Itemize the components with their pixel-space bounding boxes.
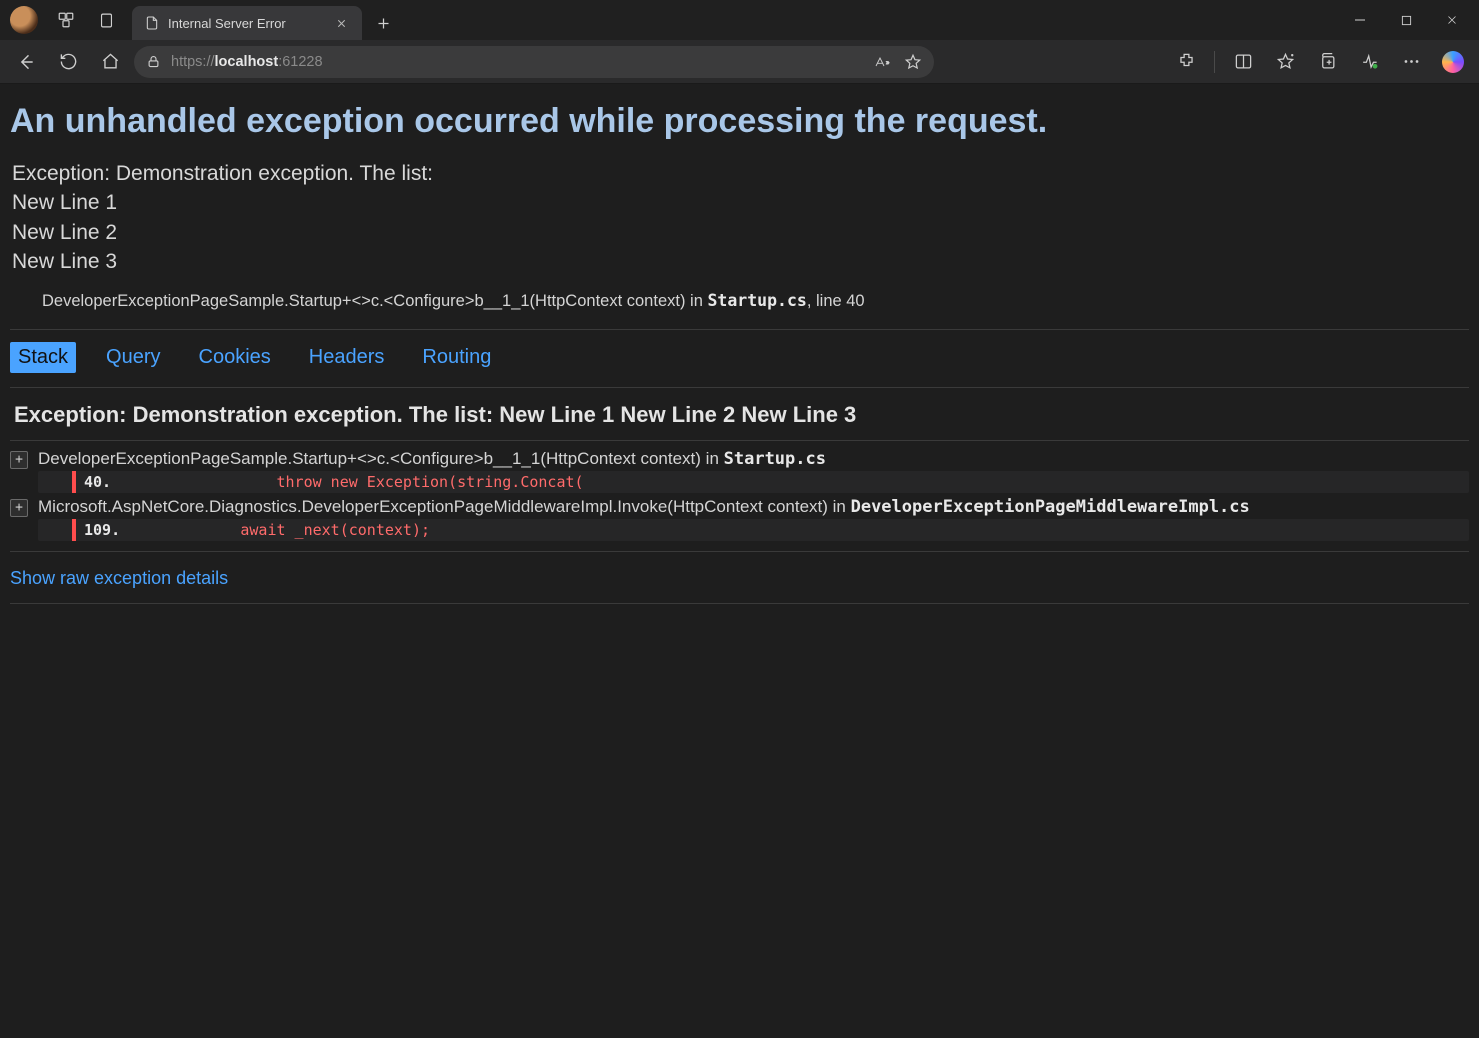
settings-more-icon[interactable] [1393, 44, 1429, 80]
stack-frame: + DeveloperExceptionPageSample.Startup+<… [10, 445, 1469, 471]
profile-avatar[interactable] [10, 6, 38, 34]
home-button[interactable] [92, 44, 128, 80]
back-button[interactable] [8, 44, 44, 80]
address-url: https://localhost:61228 [171, 54, 323, 70]
tab-cookies[interactable]: Cookies [191, 342, 279, 373]
divider [10, 387, 1469, 388]
browser-tab[interactable]: Internal Server Error [132, 6, 362, 40]
window-minimize-button[interactable] [1337, 0, 1383, 40]
reader-mode-icon[interactable]: » [874, 55, 894, 69]
expand-frame-button[interactable]: + [10, 499, 28, 517]
window-controls [1337, 0, 1475, 40]
tab-query[interactable]: Query [98, 342, 168, 373]
divider [10, 440, 1469, 441]
page-icon [144, 15, 160, 31]
collections-icon[interactable] [1309, 44, 1345, 80]
workspaces-icon[interactable] [48, 2, 84, 38]
stack-exception-header: Exception: Demonstration exception. The … [0, 392, 1479, 436]
stack-frame-text: Microsoft.AspNetCore.Diagnostics.Develop… [38, 497, 1469, 517]
page-content: An unhandled exception occurred while pr… [0, 84, 1479, 1038]
source-code: throw new Exception(string.Concat( [132, 473, 584, 491]
page-title: An unhandled exception occurred while pr… [0, 94, 1479, 155]
svg-text:»: » [886, 60, 890, 66]
window-close-button[interactable] [1429, 0, 1475, 40]
show-raw-exception-link[interactable]: Show raw exception details [0, 556, 238, 599]
source-line-number: 40. [84, 473, 132, 491]
tab-stack[interactable]: Stack [10, 342, 76, 373]
tab-close-button[interactable] [332, 14, 350, 32]
tab-actions-icon[interactable] [88, 2, 124, 38]
copilot-icon[interactable] [1435, 44, 1471, 80]
divider [10, 329, 1469, 330]
stack-frame-source: 40. throw new Exception(string.Concat( [38, 471, 1469, 493]
tab-title: Internal Server Error [168, 16, 324, 31]
source-highlight-bar [72, 519, 76, 541]
toolbar-divider [1214, 51, 1215, 73]
exception-origin-frame: DeveloperExceptionPageSample.Startup+<>c… [0, 287, 1479, 325]
address-bar[interactable]: https://localhost:61228 » [134, 46, 934, 78]
refresh-button[interactable] [50, 44, 86, 80]
source-highlight-bar [72, 471, 76, 493]
site-info-lock-icon[interactable] [146, 54, 161, 69]
source-line-number: 109. [84, 521, 132, 539]
favorites-icon[interactable] [1267, 44, 1303, 80]
tab-routing[interactable]: Routing [414, 342, 499, 373]
stack-trace: + DeveloperExceptionPageSample.Startup+<… [0, 445, 1479, 547]
source-code: await _next(context); [132, 521, 430, 539]
tab-headers[interactable]: Headers [301, 342, 393, 373]
detail-tabs: Stack Query Cookies Headers Routing [0, 334, 1479, 383]
divider [10, 551, 1469, 552]
stack-frame: + Microsoft.AspNetCore.Diagnostics.Devel… [10, 493, 1469, 519]
browser-toolbar: https://localhost:61228 » [0, 40, 1479, 84]
extensions-icon[interactable] [1168, 44, 1204, 80]
window-titlebar: Internal Server Error [0, 0, 1479, 40]
stack-frame-source: 109. await _next(context); [38, 519, 1469, 541]
stack-frame-text: DeveloperExceptionPageSample.Startup+<>c… [38, 449, 1469, 469]
expand-frame-button[interactable]: + [10, 451, 28, 469]
favorite-star-icon[interactable] [904, 53, 922, 71]
window-maximize-button[interactable] [1383, 0, 1429, 40]
exception-summary: Exception: Demonstration exception. The … [0, 155, 1479, 287]
divider [10, 603, 1469, 604]
performance-icon[interactable] [1351, 44, 1387, 80]
tab-strip: Internal Server Error [132, 0, 400, 40]
split-screen-icon[interactable] [1225, 44, 1261, 80]
new-tab-button[interactable] [366, 6, 400, 40]
